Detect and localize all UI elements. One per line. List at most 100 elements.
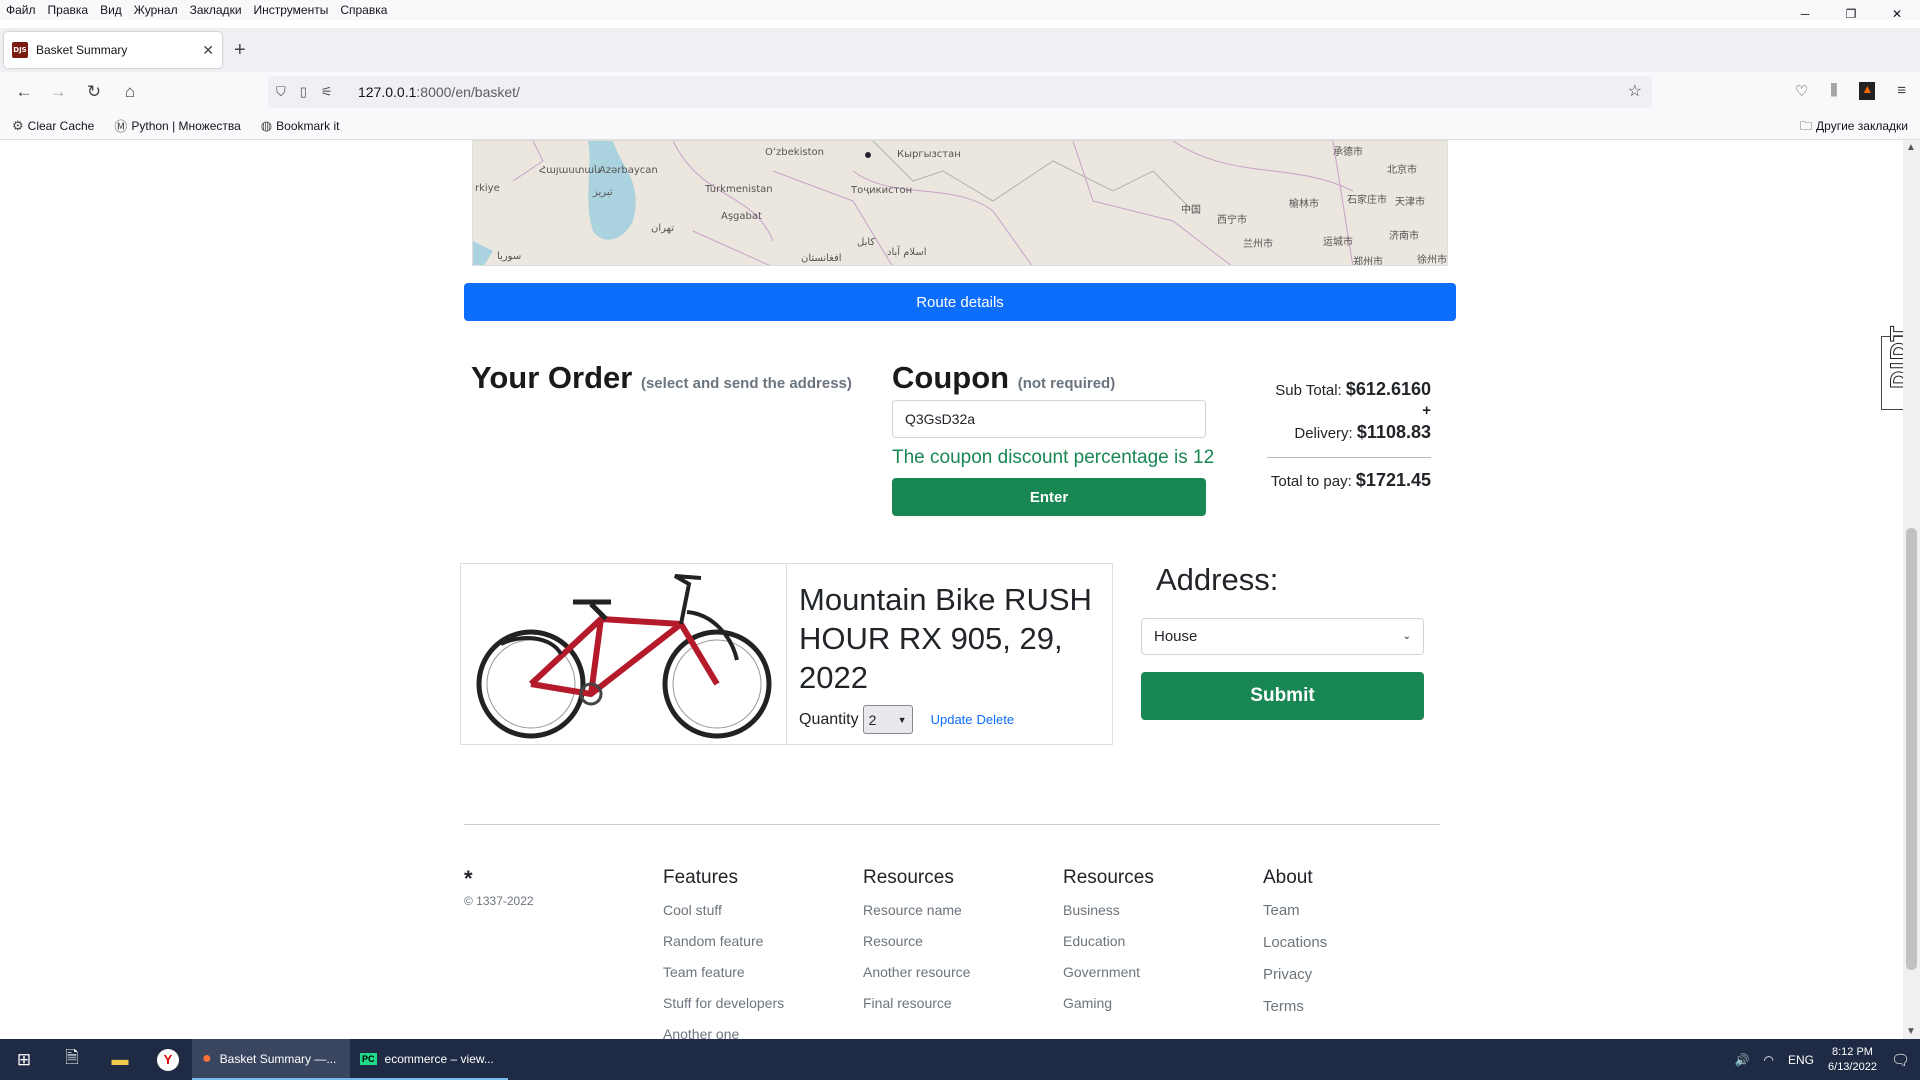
- footer-link[interactable]: Random feature: [663, 926, 784, 957]
- close-icon[interactable]: ✕: [1874, 0, 1920, 28]
- footer-column-features: Features Cool stuff Random feature Team …: [663, 867, 784, 1039]
- menu-view[interactable]: Вид: [94, 0, 128, 20]
- yandex-browser-icon[interactable]: Y: [144, 1039, 192, 1080]
- footer-link[interactable]: Privacy: [1263, 959, 1327, 991]
- menu-history[interactable]: Журнал: [128, 0, 184, 20]
- menu-help[interactable]: Справка: [334, 0, 393, 20]
- menu-bookmarks[interactable]: Закладки: [184, 0, 248, 20]
- windows-start-icon[interactable]: ⊞: [0, 1039, 48, 1080]
- scroll-up-icon[interactable]: ▲: [1906, 142, 1916, 153]
- system-tray: 🔊 ◠ ENG 8:12 PM 6/13/2022 🗨: [1735, 1039, 1920, 1080]
- clock-date: 6/13/2022: [1828, 1060, 1877, 1073]
- django-favicon-icon: DJS: [12, 42, 28, 58]
- back-icon[interactable]: ←: [14, 82, 34, 102]
- delivery-label: Delivery:: [1294, 425, 1353, 442]
- map-label: Türkmenistan: [705, 184, 773, 195]
- tab-bar: DJS Basket Summary ✕ +: [0, 28, 1920, 72]
- footer-link[interactable]: Team: [1263, 895, 1327, 927]
- footer-link[interactable]: Stuff for developers: [663, 988, 784, 1019]
- map-label: سوریا: [497, 251, 522, 262]
- menu-file[interactable]: Файл: [0, 0, 42, 20]
- coupon-enter-button[interactable]: Enter: [892, 478, 1206, 516]
- map-label: 郑州市: [1353, 257, 1383, 266]
- address-select[interactable]: House ⌄: [1141, 618, 1424, 655]
- other-bookmarks[interactable]: 🗀 Другие закладки: [1800, 112, 1908, 140]
- bookmark-clear-cache[interactable]: ⚙ Clear Cache: [12, 118, 94, 134]
- url-bar[interactable]: ⛉ ▯ ⚟ 127.0.0.1:8000/en/basket/ ☆: [268, 76, 1652, 108]
- submit-address-button[interactable]: Submit: [1141, 672, 1424, 720]
- bookmark-star-icon[interactable]: ☆: [1628, 76, 1642, 108]
- footer-column-title: Features: [663, 867, 738, 888]
- delivery-value: $1108.83: [1356, 422, 1431, 442]
- footer-link[interactable]: Education: [1063, 926, 1154, 957]
- footer-column-title: About: [1263, 867, 1313, 888]
- route-details-button[interactable]: Route details: [464, 283, 1456, 321]
- folder-icon: 🗀: [1800, 119, 1813, 133]
- footer-column-resources: Resources Resource name Resource Another…: [863, 867, 970, 1019]
- speaker-icon[interactable]: 🔊: [1735, 1053, 1750, 1067]
- clock[interactable]: 8:12 PM 6/13/2022: [1828, 1045, 1877, 1075]
- menu-edit[interactable]: Правка: [42, 0, 95, 20]
- footer-link[interactable]: Cool stuff: [663, 895, 784, 926]
- footer-link[interactable]: Final resource: [863, 988, 970, 1019]
- map-label: 北京市: [1387, 165, 1417, 176]
- taskbar-app-firefox[interactable]: ● Basket Summary —...: [192, 1039, 350, 1080]
- totals-divider: [1267, 457, 1431, 458]
- language-indicator[interactable]: ENG: [1788, 1053, 1814, 1067]
- footer-link[interactable]: Terms: [1263, 991, 1327, 1023]
- footer-link[interactable]: Gaming: [1063, 988, 1154, 1019]
- footer-link[interactable]: Locations: [1263, 927, 1327, 959]
- footer-link[interactable]: Resource name: [863, 895, 970, 926]
- quantity-select[interactable]: 2 ▼: [862, 705, 913, 734]
- map-label: تبریز: [593, 187, 613, 198]
- clock-time: 8:12 PM: [1832, 1045, 1873, 1058]
- restore-icon[interactable]: ❐: [1828, 0, 1874, 28]
- pocket-icon[interactable]: ♡: [1795, 82, 1808, 100]
- python-app-icon[interactable]: 🗎: [48, 1039, 96, 1080]
- scrollbar-thumb[interactable]: [1906, 528, 1917, 970]
- footer-link[interactable]: Business: [1063, 895, 1154, 926]
- coupon-subtitle: (not required): [1017, 375, 1116, 392]
- footer-link[interactable]: Another one: [663, 1019, 784, 1039]
- tab-close-icon[interactable]: ✕: [202, 42, 214, 59]
- reload-icon[interactable]: ↻: [84, 82, 104, 102]
- extension-icon[interactable]: ▲: [1859, 82, 1876, 100]
- delete-link[interactable]: Delete: [977, 712, 1015, 727]
- new-tab-icon[interactable]: +: [234, 40, 246, 60]
- subtotal-value: $612.6160: [1345, 379, 1431, 399]
- product-image[interactable]: [461, 564, 787, 744]
- coupon-input[interactable]: Q3GsD32a: [892, 400, 1206, 438]
- footer-link[interactable]: Government: [1063, 957, 1154, 988]
- notifications-icon[interactable]: 🗨: [1891, 1051, 1910, 1069]
- permissions-icon[interactable]: ⚟: [321, 84, 333, 100]
- route-map[interactable]: Oʻzbekiston Кыргызстан Azərbaycan Türkme…: [472, 140, 1448, 266]
- file-explorer-icon[interactable]: ▬: [96, 1039, 144, 1080]
- library-icon[interactable]: ⫼: [1830, 82, 1837, 100]
- scroll-down-icon[interactable]: ▼: [1906, 1026, 1916, 1037]
- coupon-message: The coupon discount percentage is 12: [892, 447, 1215, 468]
- bookmark-python[interactable]: Ⓜ Python | Множества: [114, 116, 240, 135]
- map-label: 徐州市: [1417, 255, 1447, 266]
- minimize-icon[interactable]: ─: [1782, 0, 1828, 28]
- quantity-value: 2: [868, 711, 877, 728]
- product-name[interactable]: Mountain Bike RUSH HOUR RX 905, 29, 2022: [799, 580, 1109, 697]
- update-link[interactable]: Update: [931, 712, 973, 727]
- shield-icon[interactable]: ⛉: [276, 84, 286, 100]
- footer-link[interactable]: Team feature: [663, 957, 784, 988]
- wifi-icon[interactable]: ◠: [1764, 1053, 1774, 1067]
- footer-link[interactable]: Another resource: [863, 957, 970, 988]
- bookmark-bookmark-it[interactable]: ◍ Bookmark it: [261, 118, 340, 134]
- map-label: افغانستان: [801, 253, 842, 264]
- page-icon[interactable]: ▯: [300, 84, 307, 100]
- menu-icon[interactable]: ≡: [1897, 82, 1906, 100]
- home-icon[interactable]: ⌂: [120, 82, 140, 102]
- tab-basket-summary[interactable]: DJS Basket Summary ✕: [4, 32, 222, 68]
- menu-tools[interactable]: Инструменты: [248, 0, 335, 20]
- page-scrollbar[interactable]: ▲ ▼: [1903, 140, 1920, 1039]
- map-label: Azərbaycan: [599, 165, 658, 176]
- chevron-down-icon: ⌄: [1402, 631, 1411, 642]
- taskbar-app-pycharm[interactable]: PC ecommerce – view...: [350, 1039, 508, 1080]
- url-host: 127.0.0.1: [358, 84, 417, 100]
- forward-icon[interactable]: →: [48, 82, 68, 102]
- footer-link[interactable]: Resource: [863, 926, 970, 957]
